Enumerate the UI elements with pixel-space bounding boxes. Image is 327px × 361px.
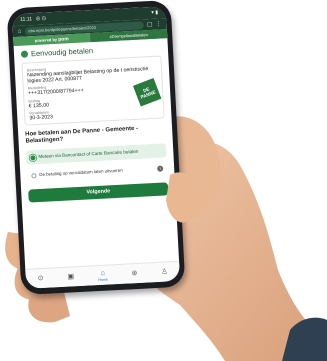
tab-documents[interactable]: ▣: [67, 273, 74, 281]
page-title: Eenvoudig betalen: [30, 46, 94, 59]
status-icons-left: ◎ ◷: [35, 15, 47, 22]
phone-screen: 11:11 ◎ ◷ ▾ ▮ ⌂ ebo.epm.be/dp/depanne/be…: [11, 6, 181, 289]
payment-question: Hoe betalen aan De Panne - Gemeente - Be…: [25, 125, 139, 146]
status-icons-right: ▾ ▮: [151, 9, 159, 16]
tab-payments[interactable]: ⊛: [131, 270, 137, 278]
tabs-icon[interactable]: ▢: [147, 20, 153, 28]
home-tab-icon: ⌂: [100, 269, 105, 277]
more-icon[interactable]: ⋮: [155, 20, 161, 28]
tab-home-label: Home: [98, 277, 108, 282]
status-time: 11:11: [20, 16, 33, 23]
option-pay-on-due-date[interactable]: De betaling op vervaldatum laten uitvoer…: [27, 160, 168, 183]
info-icon[interactable]: i: [157, 165, 164, 172]
tab-home[interactable]: ⌂ Home: [98, 269, 108, 281]
scan-icon: ⊙: [37, 274, 44, 282]
home-icon[interactable]: ⌂: [18, 27, 22, 35]
tab-scan[interactable]: ⊙: [38, 274, 44, 282]
documents-icon: ▣: [67, 272, 75, 281]
payments-icon: ⊛: [131, 269, 138, 277]
option-pay-on-due-date-label: De betaling op vervaldatum laten uitvoer…: [39, 167, 123, 177]
payment-details-card: Beschrijving Nazending aanslagbiljet Bel…: [21, 55, 165, 126]
tab-profile[interactable]: ♙: [161, 268, 168, 276]
phone: 11:11 ◎ ◷ ▾ ▮ ⌂ ebo.epm.be/dp/depanne/be…: [6, 0, 186, 296]
bottom-tab-bar: ⊙ ▣ ⌂ Home ⊛ ♙: [25, 260, 181, 289]
option-pay-now-label: Meteen via Bancontact of Carte Bancaire …: [38, 148, 139, 159]
next-button[interactable]: Volgende: [28, 182, 169, 203]
radio-unselected-icon[interactable]: [31, 172, 37, 179]
status-dot-icon: [20, 50, 29, 58]
radio-selected-icon[interactable]: [30, 155, 36, 161]
pom-brand: pom: [58, 35, 69, 43]
page-content: Eenvoudig betalen Beschrijving Nazending…: [14, 38, 176, 203]
profile-icon: ♙: [161, 267, 168, 276]
powered-by-prefix: powered by: [34, 36, 58, 43]
